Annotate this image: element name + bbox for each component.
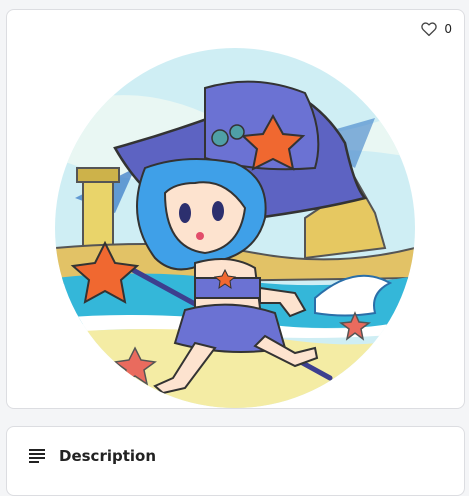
artwork-image[interactable]: [55, 48, 415, 408]
description-header[interactable]: Description: [29, 447, 156, 465]
text-lines-icon: [29, 449, 45, 463]
description-title: Description: [59, 447, 157, 465]
favorite-button[interactable]: 0: [420, 20, 452, 38]
description-card: Description: [6, 426, 465, 496]
artwork-card: 0: [6, 9, 465, 409]
heart-outline-icon: [421, 22, 438, 37]
favorite-count: 0: [444, 22, 452, 36]
